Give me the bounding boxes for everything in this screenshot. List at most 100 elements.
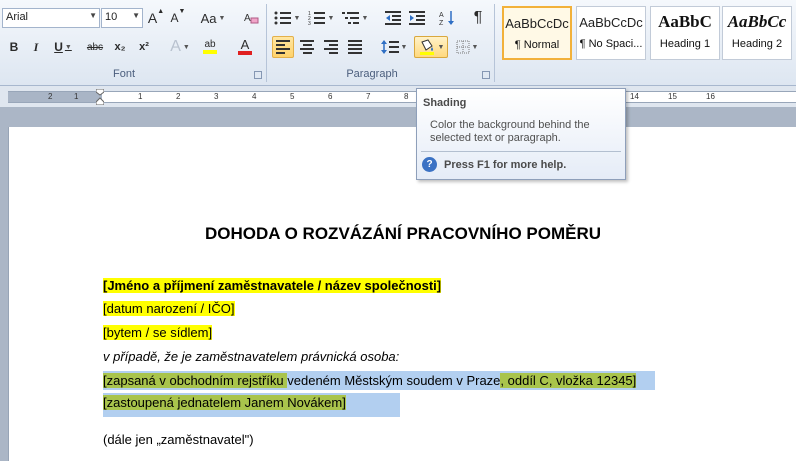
svg-text:A: A [439,12,444,19]
justify-icon [348,40,362,54]
bullets-button[interactable]: ▼ [272,7,302,29]
style-heading-1[interactable]: AaBbC Heading 1 [650,6,720,60]
clear-formatting-button[interactable]: A [240,7,262,29]
decrease-indent-button[interactable] [382,7,404,29]
numbering-button[interactable]: 1 2 3 ▼ [306,7,336,29]
underline-button[interactable]: U ▼ [50,36,76,58]
sort-button[interactable]: A Z [436,7,460,29]
ruler-number: 7 [366,92,371,101]
highlighted-text: [datum narození / IČO] [103,301,235,316]
group-divider [494,4,495,82]
document-line: [bytem / se sídlem] [103,325,213,340]
font-color-button[interactable]: A [230,36,260,58]
ruler-number: 14 [630,92,639,101]
font-dialog-launcher[interactable] [254,71,262,79]
svg-text:A: A [244,13,251,24]
selected-line: [zapsaná v obchodním rejstříku vedeném M… [103,371,655,390]
bold-button[interactable]: B [4,36,24,58]
increase-indent-button[interactable] [406,7,428,29]
font-size-combo[interactable]: 10 ▼ [101,8,143,28]
style-sample: AaBbC [658,12,712,31]
ruler-number: 1 [138,92,143,101]
ruler-number: 2 [48,92,53,101]
change-case-icon: Aa [200,10,217,26]
superscript-button[interactable]: x² [134,36,154,58]
svg-text:Z: Z [439,20,444,26]
style-sample: AaBbCc [727,12,787,31]
subscript-icon: x₂ [114,41,126,53]
style-name: Heading 1 [659,38,711,50]
paragraph-dialog-launcher[interactable] [482,71,490,79]
font-group-label: Font [112,68,135,80]
document-line: v případě, že je zaměstnavatelem právnic… [103,349,399,364]
ruler-number: 15 [668,92,677,101]
ruler-number: 6 [328,92,333,101]
document-text: (dále jen „zaměstnavatel") [103,432,254,447]
justify-button[interactable] [344,36,366,58]
highlighted-text: [Jméno a příjmení zaměstnavatele / název… [103,278,442,293]
bullets-icon [274,11,291,25]
clear-formatting-icon: A [244,13,259,24]
tooltip-help-text: Press F1 for more help. [444,159,567,171]
shrink-font-icon: A [170,11,179,25]
strikethrough-button[interactable]: abc [84,36,106,58]
tooltip-divider [421,151,621,152]
align-left-icon [276,40,290,54]
style-sample: AaBbCcDc [579,15,643,30]
indent-marker-icon[interactable] [96,89,104,105]
highlight-color-button[interactable]: ab [196,36,224,58]
align-left-button[interactable] [272,36,294,58]
font-name-combo[interactable]: Arial ▼ [2,8,100,28]
shading-tooltip: Shading Color the background behind the … [416,88,626,180]
align-center-button[interactable] [296,36,318,58]
document-page[interactable]: DOHODA O ROZVÁZÁNÍ PRACOVNÍHO POMĚRU [Jm… [8,127,796,461]
style-name: Heading 2 [731,38,783,50]
numbering-icon: 1 2 3 [308,11,325,25]
horizontal-ruler[interactable]: 2 1 1 2 3 4 5 6 7 8 9 10 11 12 13 14 15 … [0,86,796,108]
style-no-spacing[interactable]: AaBbCcDc ¶ No Spaci... [576,6,646,60]
ruler-number: 4 [252,92,257,101]
sort-icon: A Z [439,11,454,26]
show-formatting-button[interactable]: ¶ [468,7,488,29]
highlighter-icon: ab [204,39,216,50]
line-spacing-icon [380,40,399,54]
font-size-value: 10 [105,11,118,23]
grow-font-button[interactable]: A ▲ [146,7,166,29]
bold-icon: B [9,40,19,54]
highlighted-text: [bytem / se sídlem] [103,325,213,340]
underline-icon: U [54,40,63,54]
align-right-icon [324,40,338,54]
pilcrow-icon: ¶ [473,9,483,26]
text-effects-icon: A [170,38,181,55]
text-effects-button[interactable]: A ▼ [166,36,194,58]
chevron-down-icon[interactable]: ▼ [132,11,140,20]
subscript-button[interactable]: x₂ [110,36,130,58]
line-spacing-button[interactable]: ▼ [378,36,410,58]
font-name-value: Arial [6,11,29,23]
italic-button[interactable]: I [26,36,46,58]
align-right-button[interactable] [320,36,342,58]
style-heading-2[interactable]: AaBbCc Heading 2 [722,6,792,60]
document-line: [Jméno a příjmení zaměstnavatele / název… [103,278,442,293]
ruler-number: 1 [74,92,79,101]
italic-icon: I [33,39,39,54]
change-case-button[interactable]: Aa ▼ [198,7,228,29]
multilevel-list-button[interactable]: ▼ [340,7,370,29]
borders-button[interactable]: ▼ [452,36,482,58]
document-line: (dále jen „zaměstnavatel") [103,432,254,447]
superscript-icon: x² [139,41,149,53]
font-color-bar [238,51,252,55]
shrink-font-button[interactable]: A ▼ [168,7,188,29]
group-divider [266,4,267,82]
shading-button[interactable]: ▼ [414,36,448,58]
chevron-down-icon[interactable]: ▼ [89,11,97,20]
ribbon: Arial ▼ 10 ▼ A ▲ A ▼ Aa ▼ A B I U ▼ abc x₂ x… [0,0,796,86]
style-normal[interactable]: AaBbCcDc ¶ Normal [502,6,572,60]
document-title: DOHODA O ROZVÁZÁNÍ PRACOVNÍHO POMĚRU [204,224,602,243]
multilevel-list-icon [341,12,359,24]
svg-text:3: 3 [308,21,311,25]
style-name: ¶ Normal [514,39,560,51]
font-color-icon: A [240,37,250,52]
ruler-number: 3 [214,92,219,101]
increase-indent-icon [409,11,425,25]
